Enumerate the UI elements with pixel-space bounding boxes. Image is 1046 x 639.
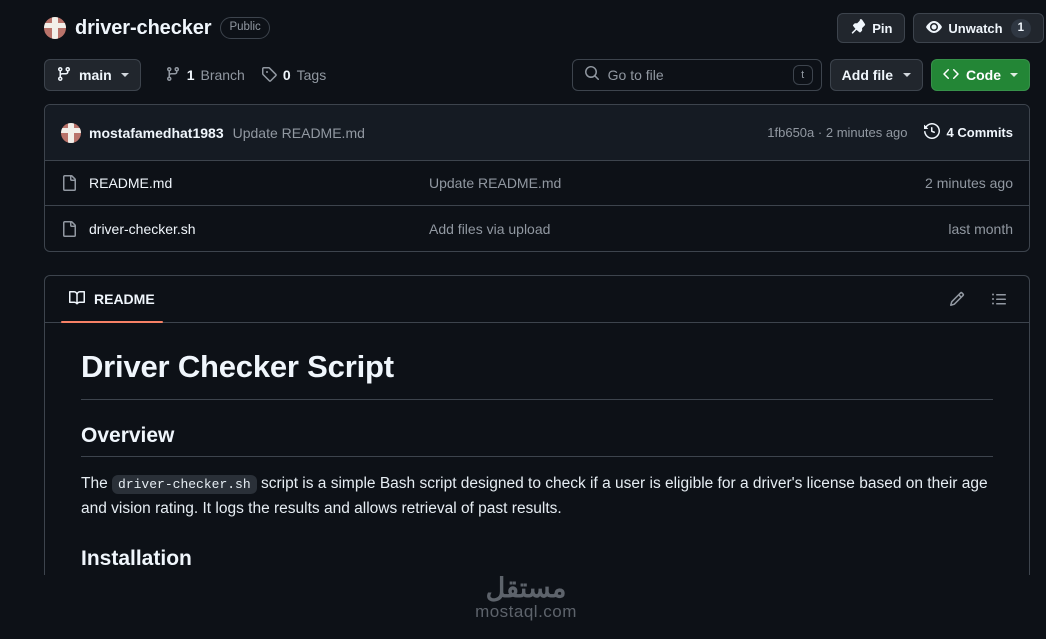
repo-meta-links: 1 Branch 0 Tags	[165, 66, 326, 85]
commit-sha-and-time[interactable]: 1fb650a · 2 minutes ago	[767, 125, 907, 140]
commit-message[interactable]: Update README.md	[233, 125, 365, 141]
unwatch-button[interactable]: Unwatch 1	[913, 13, 1044, 43]
readme-installation-heading: Installation	[81, 547, 192, 571]
history-clock-icon	[923, 122, 940, 142]
table-row[interactable]: README.md Update README.md 2 minutes ago	[45, 161, 1029, 206]
commits-count-label: 4 Commits	[946, 125, 1013, 140]
mostaql-watermark: مستقل mostaql.com	[453, 574, 599, 623]
code-brackets-icon	[943, 66, 959, 85]
file-commit-time: last month	[948, 220, 1013, 237]
branch-label: main	[79, 67, 112, 83]
paragraph-text-lead: The	[81, 475, 108, 492]
pin-label: Pin	[872, 20, 893, 36]
latest-commit-bar: mostafamedhat1983 Update README.md 1fb65…	[45, 105, 1029, 161]
branch-icon	[165, 66, 181, 85]
file-name[interactable]: README.md	[89, 175, 429, 191]
add-file-label: Add file	[841, 67, 893, 83]
avatar	[61, 122, 81, 143]
file-commit-message[interactable]: Add files via upload	[429, 221, 948, 237]
table-row[interactable]: driver-checker.sh Add files via upload l…	[45, 206, 1029, 251]
repo-header: driver-checker Public Pin Unwatch 1	[0, 0, 1046, 46]
repository-page: driver-checker Public Pin Unwatch 1 main…	[0, 0, 1046, 639]
pencil-icon[interactable]	[943, 285, 971, 313]
repo-owner-avatar	[44, 17, 66, 39]
tags-label: Tags	[296, 67, 327, 83]
tags-count: 0	[282, 67, 291, 83]
commit-sha: 1fb650a	[767, 125, 815, 140]
chevron-down-icon	[903, 73, 911, 77]
file-name[interactable]: driver-checker.sh	[89, 221, 429, 237]
chevron-down-icon	[120, 73, 129, 77]
search-icon	[584, 65, 600, 86]
book-icon	[69, 290, 86, 309]
code-label: Code	[966, 67, 1001, 83]
repo-title-group: driver-checker Public	[44, 17, 837, 40]
readme-tabbar: README	[45, 276, 1029, 323]
code-button[interactable]: Code	[931, 59, 1030, 91]
header-actions: Pin Unwatch 1	[837, 13, 1044, 43]
branches-label: Branch	[200, 67, 245, 83]
branches-count: 1	[186, 67, 195, 83]
search-shortcut-hint: t	[792, 65, 813, 85]
file-icon	[61, 220, 77, 237]
commits-count-link[interactable]: 4 Commits	[923, 122, 1013, 142]
readme-overview-heading: Overview	[81, 424, 993, 457]
commit-author[interactable]: mostafamedhat1983	[89, 125, 224, 141]
commit-meta: 1fb650a · 2 minutes ago 4 Commits	[767, 122, 1013, 142]
commit-separator: ·	[817, 125, 823, 140]
watermark-arabic-text: مستقل	[485, 573, 567, 603]
go-to-file-search[interactable]: Go to file t	[571, 59, 822, 91]
tab-readme[interactable]: README	[61, 276, 163, 323]
readme-overview-paragraph: The driver-checker.sh script is a simple…	[81, 471, 993, 521]
add-file-button[interactable]: Add file	[829, 59, 923, 91]
commit-time: 2 minutes ago	[825, 125, 908, 140]
tag-icon	[261, 66, 277, 85]
file-commit-message[interactable]: Update README.md	[429, 175, 925, 191]
watch-counter: 1	[1010, 18, 1031, 38]
watermark-latin-text: mostaql.com	[475, 602, 577, 622]
branches-link[interactable]: 1 Branch	[165, 66, 245, 85]
list-outline-icon[interactable]	[985, 285, 1013, 313]
eye-icon	[926, 19, 943, 38]
search-input[interactable]: Go to file	[608, 67, 785, 83]
file-commit-time: 2 minutes ago	[925, 175, 1013, 191]
repo-toolbar: main 1 Branch 0 Tags Go to file t Add fi…	[0, 46, 1046, 104]
readme-content: Driver Checker Script Overview The drive…	[45, 323, 1029, 571]
branch-icon	[56, 66, 72, 85]
file-list-panel: mostafamedhat1983 Update README.md 1fb65…	[44, 104, 1030, 252]
readme-tab-actions	[943, 285, 1021, 313]
pin-button[interactable]: Pin	[837, 13, 906, 43]
inline-code-script-name: driver-checker.sh	[112, 475, 257, 494]
page-title[interactable]: driver-checker	[75, 17, 212, 40]
file-icon	[61, 175, 77, 191]
chevron-down-icon	[1010, 73, 1018, 77]
branch-selector[interactable]: main	[44, 59, 141, 91]
visibility-badge: Public	[220, 17, 270, 39]
tags-link[interactable]: 0 Tags	[261, 66, 326, 85]
pin-icon	[850, 18, 866, 38]
readme-title: Driver Checker Script	[81, 349, 993, 400]
unwatch-label: Unwatch	[948, 20, 1003, 36]
readme-panel: README Driver Checker Script Overview Th…	[44, 275, 1030, 575]
toolbar-right-group: Go to file t Add file Code	[571, 59, 1030, 91]
tab-readme-label: README	[94, 291, 155, 307]
